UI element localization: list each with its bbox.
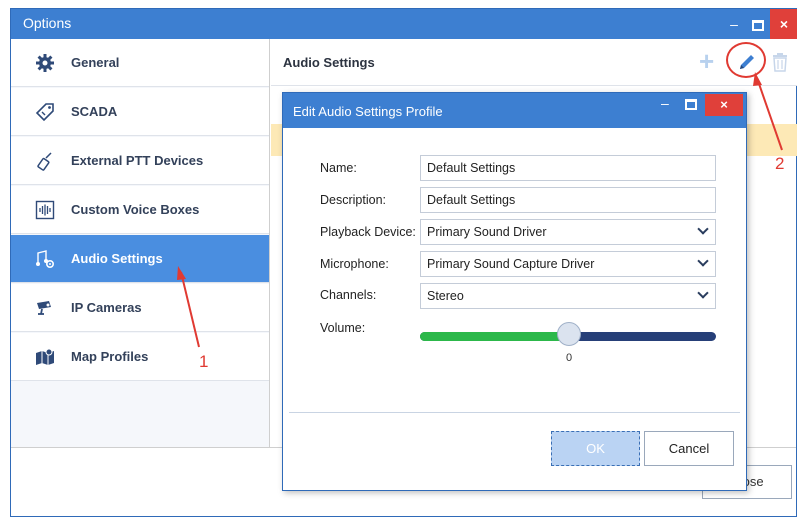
chevron-down-icon [697, 223, 709, 235]
annotation-arrow-1 [180, 271, 200, 348]
chevron-down-icon [697, 255, 709, 267]
channels-label: Channels: [320, 288, 377, 302]
microphone-label: Microphone: [320, 257, 389, 271]
edit-audio-profile-dialog: Edit Audio Settings Profile – × Name: De… [282, 92, 747, 491]
channels-select[interactable]: Stereo [420, 283, 716, 309]
dialog-titlebar[interactable]: Edit Audio Settings Profile – × [283, 93, 746, 128]
volume-slider-fill [420, 332, 568, 341]
dialog-maximize-button[interactable] [685, 99, 697, 110]
cancel-button[interactable]: Cancel [644, 431, 734, 466]
playback-device-select[interactable]: Primary Sound Driver [420, 219, 716, 245]
annotation-number-2: 2 [775, 154, 785, 173]
microphone-value: Primary Sound Capture Driver [427, 257, 595, 271]
volume-label: Volume: [320, 321, 366, 335]
description-field[interactable]: Default Settings [420, 187, 716, 213]
annotation-number-1: 1 [199, 352, 209, 371]
name-field[interactable]: Default Settings [420, 155, 716, 181]
name-label: Name: [320, 161, 357, 175]
chevron-down-icon [697, 287, 709, 299]
annotation-arrowhead-1 [177, 266, 186, 280]
volume-value: 0 [565, 352, 573, 364]
description-label: Description: [320, 193, 386, 207]
annotation-arrow-2 [756, 77, 783, 151]
playback-device-label: Playback Device: [320, 225, 416, 239]
dialog-close-button[interactable]: × [705, 94, 743, 116]
dialog-minimize-button[interactable]: – [661, 95, 669, 111]
playback-device-value: Primary Sound Driver [427, 225, 547, 239]
ok-button[interactable]: OK [551, 431, 640, 466]
dialog-body: Name: Default Settings Description: Defa… [289, 128, 740, 413]
microphone-select[interactable]: Primary Sound Capture Driver [420, 251, 716, 277]
volume-slider-thumb[interactable] [557, 322, 581, 346]
annotation-arrowhead-2 [753, 72, 762, 86]
dialog-title: Edit Audio Settings Profile [293, 104, 443, 119]
channels-value: Stereo [427, 289, 464, 303]
